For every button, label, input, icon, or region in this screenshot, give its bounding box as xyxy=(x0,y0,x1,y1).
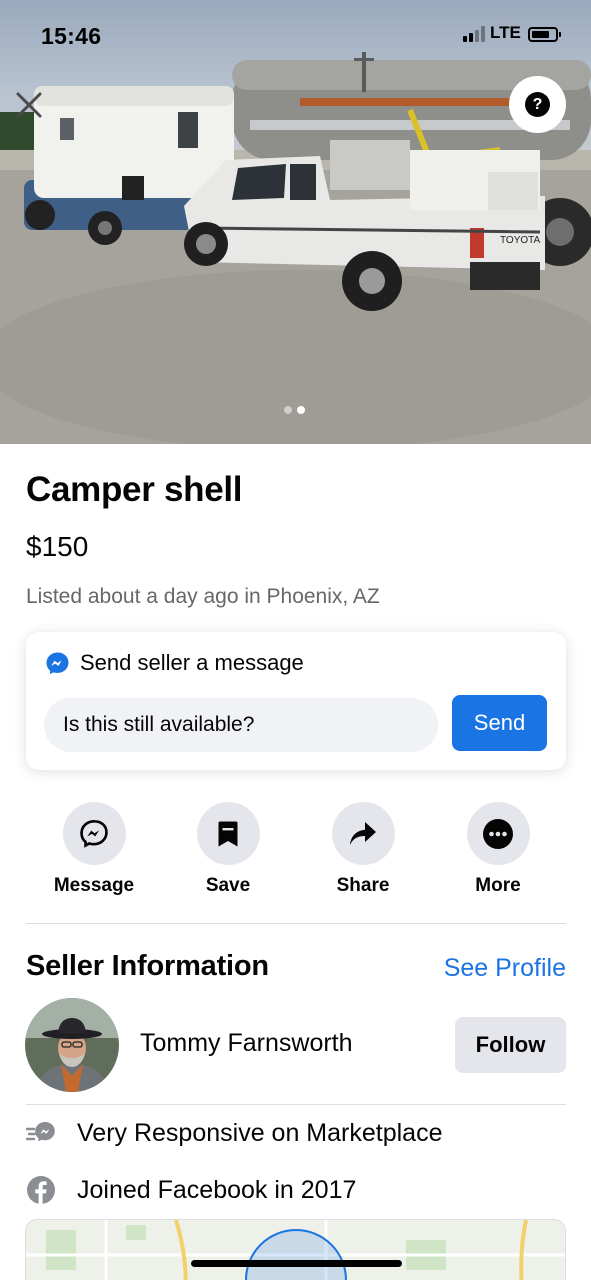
gallery-pagination xyxy=(284,406,305,414)
map-graphic xyxy=(26,1220,565,1280)
facebook-icon xyxy=(27,1176,55,1204)
joined-text: Joined Facebook in 2017 xyxy=(77,1175,357,1204)
seller-name[interactable]: Tommy Farnsworth xyxy=(140,1029,353,1058)
listing-meta: Listed about a day ago in Phoenix, AZ xyxy=(26,585,380,608)
message-card-header: Send seller a message xyxy=(45,650,304,676)
fast-messenger-icon xyxy=(26,1122,55,1142)
message-action[interactable]: Message xyxy=(26,802,162,897)
action-label: Save xyxy=(205,875,251,896)
share-action[interactable]: Share xyxy=(295,802,431,897)
action-label: Message xyxy=(53,875,135,896)
save-action[interactable]: Save xyxy=(160,802,296,897)
action-label: More xyxy=(475,875,521,896)
follow-button[interactable]: Follow xyxy=(455,1017,566,1073)
location-map[interactable] xyxy=(25,1219,566,1280)
more-dots-icon xyxy=(483,818,513,849)
messenger-icon xyxy=(80,819,108,848)
action-label: Share xyxy=(336,875,390,896)
joined-facebook: Joined Facebook in 2017 xyxy=(26,1175,356,1205)
bookmark-icon xyxy=(218,821,238,846)
seller-avatar[interactable] xyxy=(25,998,119,1092)
send-button[interactable]: Send xyxy=(452,695,547,751)
see-profile-link[interactable]: See Profile xyxy=(444,954,566,983)
action-bar: Message Save Share More xyxy=(26,802,566,902)
question-mark-icon: ? xyxy=(525,92,550,117)
responsive-badge: Very Responsive on Marketplace xyxy=(26,1118,442,1148)
responsive-text: Very Responsive on Marketplace xyxy=(77,1118,443,1147)
network-label: LTE xyxy=(490,23,521,42)
signal-icon xyxy=(463,26,485,42)
message-input[interactable]: Is this still available? xyxy=(44,698,438,752)
messenger-icon xyxy=(46,651,69,674)
pagination-dot[interactable] xyxy=(284,406,292,414)
listing-photo[interactable]: TOYOTA 15:46 LTE ? xyxy=(0,0,591,444)
pagination-dot-active[interactable] xyxy=(297,406,305,414)
seller-info-heading: Seller Information xyxy=(26,950,269,982)
divider xyxy=(26,923,566,924)
share-arrow-icon xyxy=(350,821,376,845)
listing-price: $150 xyxy=(26,531,89,562)
battery-icon xyxy=(527,27,561,42)
home-indicator xyxy=(191,1260,402,1267)
divider xyxy=(26,1104,566,1105)
close-icon[interactable] xyxy=(14,90,44,120)
status-indicators: LTE xyxy=(463,23,561,42)
listing-title: Camper shell xyxy=(26,470,243,509)
more-action[interactable]: More xyxy=(430,802,566,897)
message-card-heading: Send seller a message xyxy=(80,650,304,675)
tailgate-text: TOYOTA xyxy=(500,235,541,246)
status-time: 15:46 xyxy=(41,23,102,49)
help-button[interactable]: ? xyxy=(509,76,566,133)
status-bar: 15:46 LTE xyxy=(0,0,591,70)
message-seller-card: Send seller a message Is this still avai… xyxy=(26,632,566,770)
